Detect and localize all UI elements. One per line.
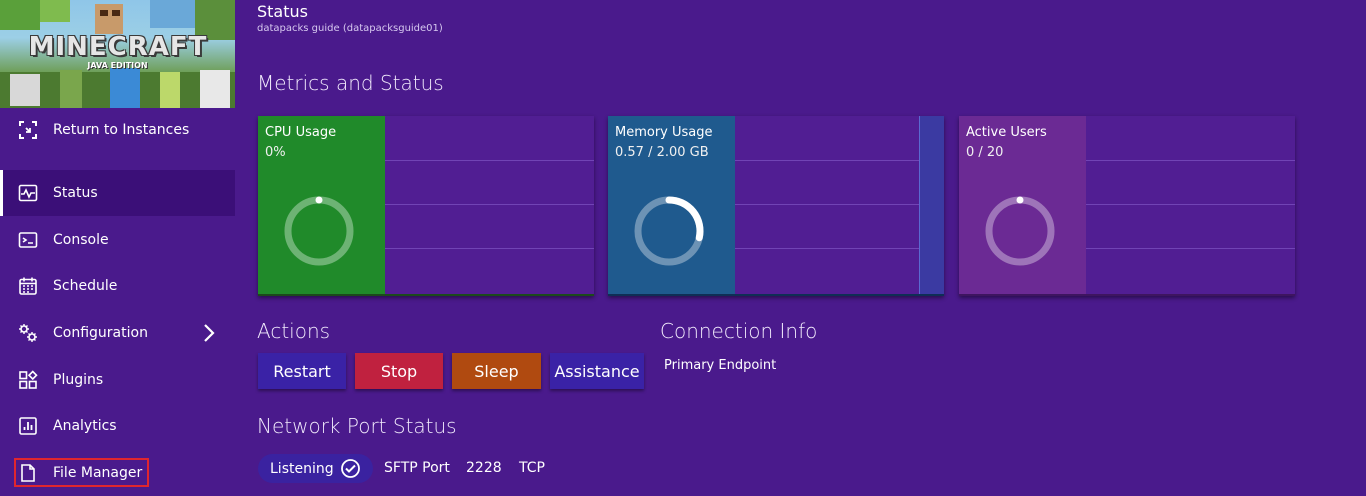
sidebar-item-label: Console — [53, 232, 109, 248]
card-value: 0.57 / 2.00 GB — [615, 145, 709, 160]
listening-status-chip: Listening — [258, 454, 373, 483]
port-name: SFTP Port — [384, 460, 450, 476]
terminal-icon — [18, 230, 38, 250]
gears-icon — [18, 323, 38, 343]
sidebar-item-label: Analytics — [53, 418, 117, 434]
cpu-gauge — [284, 196, 354, 266]
card-title: Active Users — [966, 125, 1047, 140]
sleep-button[interactable]: Sleep — [452, 353, 541, 389]
actions-heading: Actions — [257, 319, 331, 343]
sidebar-item-label: Return to Instances — [53, 122, 190, 138]
primary-endpoint-label: Primary Endpoint — [664, 358, 777, 373]
card-title: CPU Usage — [265, 125, 337, 140]
calendar-icon — [18, 276, 38, 296]
sidebar-item-plugins[interactable]: Plugins — [0, 357, 235, 403]
port-protocol: TCP — [519, 460, 545, 476]
stop-button[interactable]: Stop — [355, 353, 443, 389]
sidebar-item-configuration[interactable]: Configuration — [0, 310, 235, 356]
port-number: 2228 — [466, 460, 502, 476]
file-manager-highlight-box — [14, 458, 149, 487]
card-title: Memory Usage — [615, 125, 713, 140]
sidebar-item-label: Plugins — [53, 372, 104, 388]
sidebar-item-schedule[interactable]: Schedule — [0, 263, 235, 309]
network-port-heading: Network Port Status — [257, 414, 457, 438]
return-icon — [18, 120, 38, 140]
sidebar-item-label: Status — [53, 185, 98, 201]
sidebar-item-status[interactable]: Status — [0, 170, 235, 216]
restart-button[interactable]: Restart — [258, 353, 346, 389]
chevron-right-icon[interactable] — [200, 323, 218, 343]
memory-bar — [919, 116, 944, 296]
widgets-icon — [18, 370, 38, 390]
pulse-icon — [18, 183, 38, 203]
page-title: Status — [257, 2, 308, 21]
sidebar-item-return-to-instances[interactable]: Return to Instances — [0, 107, 235, 153]
chart-icon — [18, 416, 38, 436]
metrics-heading: Metrics and Status — [257, 71, 444, 95]
memory-gauge — [634, 196, 704, 266]
active-users-card: Active Users 0 / 20 — [959, 116, 1295, 296]
cpu-usage-card: CPU Usage 0% — [258, 116, 594, 296]
sidebar: MINECRAFT JAVA EDITION Return to Instanc… — [0, 0, 235, 496]
connection-info-heading: Connection Info — [660, 319, 818, 343]
memory-usage-card: Memory Usage 0.57 / 2.00 GB — [608, 116, 944, 296]
sidebar-item-label: Configuration — [53, 325, 148, 341]
card-value: 0% — [265, 145, 286, 160]
users-gauge — [985, 196, 1055, 266]
sidebar-item-console[interactable]: Console — [0, 217, 235, 263]
assistance-button[interactable]: Assistance — [550, 353, 644, 389]
edition-label: JAVA EDITION — [87, 61, 148, 70]
minecraft-banner-image: MINECRAFT JAVA EDITION — [0, 0, 235, 108]
minecraft-logo: MINECRAFT — [28, 32, 208, 62]
instance-subtitle: datapacks guide (datapacksguide01) — [257, 23, 443, 34]
check-circle-icon — [340, 458, 361, 483]
card-value: 0 / 20 — [966, 145, 1004, 160]
listening-label: Listening — [270, 460, 334, 477]
sidebar-item-analytics[interactable]: Analytics — [0, 403, 235, 449]
main-content: Status datapacks guide (datapacksguide01… — [235, 0, 1366, 496]
sidebar-item-label: Schedule — [53, 278, 118, 294]
